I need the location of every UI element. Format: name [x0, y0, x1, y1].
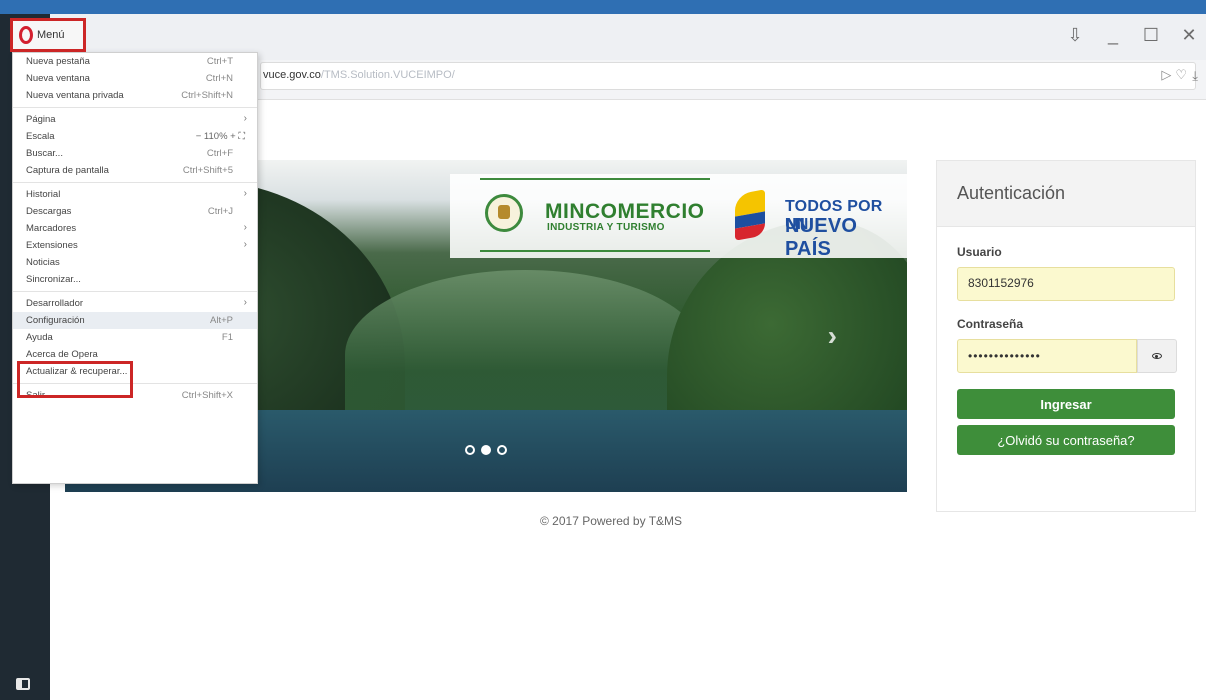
menu-item[interactable]: Marcadores › [13, 220, 257, 237]
coat-of-arms-icon [485, 194, 523, 232]
bookmark-heart-icon[interactable]: ♡ [1175, 67, 1187, 83]
menu-item[interactable]: Sincronizar... [13, 271, 257, 288]
password-row: •••••••••••••• [957, 339, 1177, 373]
menu-item[interactable]: Nueva ventana Ctrl+N [13, 70, 257, 87]
username-label: Usuario [957, 245, 1002, 259]
menu-separator [13, 291, 257, 292]
submenu-arrow-icon: › [243, 188, 247, 199]
password-label: Contraseña [957, 317, 1024, 331]
address-icons: ▷ ♡ [1161, 67, 1187, 83]
desktop-top-edge [0, 0, 1206, 14]
menu-separator [13, 107, 257, 108]
eye-icon [1152, 353, 1162, 359]
menu-item-shortcut: Ctrl+N [205, 73, 233, 84]
close-icon[interactable]: ✕ [1180, 24, 1198, 46]
auth-title: Autenticación [937, 161, 1195, 227]
carousel-dots [465, 445, 507, 455]
menu-item-label: Nueva ventana [26, 73, 90, 84]
menu-item-label: Descargas [26, 206, 72, 217]
menu-item-label: Ayuda [26, 332, 53, 343]
menu-item-shortcut: F1 [221, 332, 233, 343]
configuracion-highlight-box [17, 361, 133, 398]
menu-item-label: Marcadores [26, 223, 77, 234]
menu-item-label: Acerca de Opera [26, 349, 98, 360]
menu-item[interactable]: Noticias [13, 254, 257, 271]
menu-item[interactable]: Buscar... Ctrl+F [13, 145, 257, 162]
menu-item-label: Nueva ventana privada [26, 90, 124, 101]
download-icon[interactable]: ⤓ [1192, 68, 1198, 84]
ministry-title: MINCOMERCIO [545, 200, 705, 223]
slogan-line-2: NUEVO PAÍS [785, 215, 858, 260]
tab-menu-icon[interactable]: ⇩ [1066, 24, 1084, 46]
menu-item[interactable]: Página › [13, 111, 257, 128]
address-bar[interactable]: vuce.gov.co/TMS.Solution.VUCEIMPO/ ▷ ♡ [260, 62, 1196, 90]
authentication-panel: Autenticación Usuario 8301152976 Contras… [936, 160, 1196, 512]
screen: ⇩ _ ☐ ✕ vuce.gov.co/TMS.Solution.VUCEIMP… [0, 0, 1206, 700]
menu-item-shortcut: Ctrl+Shift+N [181, 90, 233, 101]
menu-item[interactable]: Captura de pantalla Ctrl+Shift+5 [13, 162, 257, 179]
opera-logo-icon [19, 26, 33, 44]
send-icon[interactable]: ▷ [1161, 67, 1171, 83]
carousel-dot-active[interactable] [481, 445, 491, 455]
carousel-dot[interactable] [465, 445, 475, 455]
menu-item-label: Noticias [26, 257, 60, 268]
menu-item[interactable]: Ayuda F1 [13, 329, 257, 346]
menu-item-label: Página [26, 114, 56, 125]
menu-item-shortcut: Alt+P [210, 315, 233, 326]
menu-button-label: Menú [37, 29, 65, 41]
menu-item-label: Nueva pestaña [26, 56, 90, 67]
password-field[interactable]: •••••••••••••• [957, 339, 1137, 373]
menu-item[interactable]: Historial › [13, 186, 257, 203]
submenu-arrow-icon: › [243, 113, 247, 124]
opera-main-menu: Nueva pestaña Ctrl+T Nueva ventana Ctrl+N Nu… [12, 52, 258, 484]
banner-divider-top [480, 178, 710, 180]
menu-item[interactable]: Configuración Alt+P [13, 312, 257, 329]
menu-item-label: Historial [26, 189, 61, 200]
zoom-control[interactable]: − 110% + ⛶ [196, 131, 245, 142]
show-password-button[interactable] [1137, 339, 1177, 373]
window-controls: ⇩ _ ☐ ✕ [1066, 24, 1198, 46]
menu-item-label: Captura de pantalla [26, 165, 109, 176]
maximize-icon[interactable]: ☐ [1142, 24, 1160, 46]
menu-item-label: Buscar... [26, 148, 63, 159]
menu-separator [13, 182, 257, 183]
url-domain: vuce.gov.co [263, 69, 321, 81]
footer-copyright: © 2017 Powered by T&MS [540, 514, 683, 528]
menu-item-shortcut: Ctrl+T [206, 56, 233, 67]
ministry-subtitle: INDUSTRIA Y TURISMO [547, 222, 665, 233]
carousel-dot[interactable] [497, 445, 507, 455]
url-text: vuce.gov.co/TMS.Solution.VUCEIMPO/ [263, 69, 455, 81]
menu-item[interactable]: Extensiones › [13, 237, 257, 254]
sidebar-toggle-icon[interactable] [16, 678, 30, 690]
flag-logo-icon [735, 189, 769, 244]
submenu-arrow-icon: › [243, 239, 247, 250]
menu-item[interactable]: Nueva ventana privada Ctrl+Shift+N [13, 87, 257, 104]
menu-item[interactable]: Desarrollador › [13, 295, 257, 312]
government-banner: MINCOMERCIO INDUSTRIA Y TURISMO TODOS PO… [450, 174, 907, 260]
url-path: /TMS.Solution.VUCEIMPO/ [320, 69, 455, 81]
menu-item-shortcut: Ctrl+F [206, 148, 233, 159]
menu-item-label: Sincronizar... [26, 274, 81, 285]
menu-item-label: Configuración [26, 315, 85, 326]
forgot-password-button[interactable]: ¿Olvidó su contraseña? [957, 425, 1175, 455]
menu-item-shortcut: Ctrl+J [207, 206, 233, 217]
submenu-arrow-icon: › [243, 222, 247, 233]
opera-menu-button[interactable]: Menú [10, 18, 86, 52]
menu-item[interactable]: Descargas Ctrl+J [13, 203, 257, 220]
login-button[interactable]: Ingresar [957, 389, 1175, 419]
menu-item-shortcut: Ctrl+Shift+5 [182, 165, 233, 176]
menu-item-label: Desarrollador [26, 298, 84, 309]
menu-item-label: Escala [26, 131, 55, 142]
carousel-next-arrow-icon[interactable]: › [828, 320, 837, 352]
menu-item-shortcut: Ctrl+Shift+X [181, 390, 233, 401]
minimize-icon[interactable]: _ [1104, 24, 1122, 46]
auth-form: Usuario 8301152976 Contraseña ••••••••••… [937, 227, 1195, 455]
menu-item-label: Extensiones [26, 240, 78, 251]
menu-item[interactable]: Nueva pestaña Ctrl+T [13, 53, 257, 70]
banner-divider-bottom [480, 250, 710, 252]
username-field[interactable]: 8301152976 [957, 267, 1175, 301]
submenu-arrow-icon: › [243, 297, 247, 308]
menu-item[interactable]: Escala − 110% + ⛶ [13, 128, 257, 145]
